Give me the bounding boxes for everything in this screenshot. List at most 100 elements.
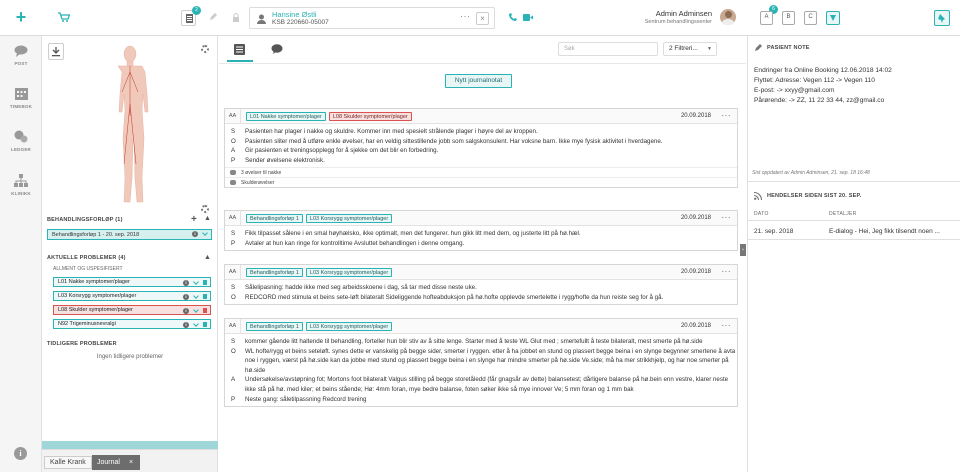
event-row[interactable]: 21. sep. 2018 E-dialog - Hei, Jeg fikk t… xyxy=(748,224,960,240)
note-date: 20.09.2018 xyxy=(680,269,711,275)
chevron-down-icon[interactable] xyxy=(193,294,199,300)
attachment-row[interactable]: Skulderøvelser xyxy=(225,177,737,187)
shield-icon xyxy=(830,15,836,21)
nav-post[interactable]: POST xyxy=(0,45,42,66)
search-input[interactable]: Søk xyxy=(558,42,658,56)
collapse-problems-icon[interactable]: ▲ xyxy=(204,254,211,261)
chevron-down-icon[interactable] xyxy=(193,308,199,314)
download-icon xyxy=(52,47,60,57)
lock-icon[interactable] xyxy=(232,13,240,22)
info-icon[interactable]: i xyxy=(14,447,27,460)
letter-a-button[interactable]: A xyxy=(760,11,773,25)
chat-icon xyxy=(271,44,283,54)
cart-icon[interactable] xyxy=(58,12,71,22)
problem-item[interactable]: L03 Korsrygg symptomer/plager i xyxy=(53,291,211,301)
chevron-down-icon[interactable] xyxy=(202,231,208,237)
letter-c-button[interactable]: C xyxy=(804,11,817,25)
treatment-item[interactable]: Behandlingsforløp 1 - 20. sep. 2018 i xyxy=(47,229,212,240)
pen-icon[interactable] xyxy=(209,13,217,21)
body-chart[interactable] xyxy=(98,44,162,210)
comment-icon xyxy=(230,170,236,176)
chevron-down-icon[interactable] xyxy=(193,280,199,286)
problem-tag[interactable]: L03 Korsrygg symptomer/plager xyxy=(305,214,393,223)
filter-label: 2 Filtreri... xyxy=(669,45,698,52)
filter-select[interactable]: 2 Filtreri... ▼ xyxy=(663,42,717,56)
journal-list-tab[interactable] xyxy=(227,42,253,62)
aa-toggle[interactable]: AA xyxy=(225,109,241,123)
phone-icon[interactable] xyxy=(508,13,517,24)
problem-item[interactable]: N92 Trigeminusnevralgi i xyxy=(53,319,211,329)
more-icon[interactable]: ··· xyxy=(460,11,471,21)
user-icon xyxy=(257,14,266,24)
more-icon[interactable]: ··· xyxy=(722,321,732,330)
settings-gear-icon[interactable] xyxy=(201,45,209,53)
treatment-tag[interactable]: Behandlingsforløp 1 xyxy=(246,322,303,331)
new-note-button[interactable]: Nytt journalnotat xyxy=(445,74,512,88)
more-icon[interactable]: ··· xyxy=(722,267,732,276)
collapse-right-panel-handle[interactable]: › xyxy=(740,244,746,256)
more-icon[interactable]: ··· xyxy=(722,213,732,222)
collapse-treatment-icon[interactable]: ▲ xyxy=(204,215,211,222)
problem-tag[interactable]: L03 Korsrygg symptomer/plager xyxy=(305,268,393,277)
aa-toggle[interactable]: AA xyxy=(225,319,241,333)
nav-ledger[interactable]: LEDGER xyxy=(0,130,42,152)
soap-row: Skommer gående litt haltende til behandl… xyxy=(231,338,703,345)
treatment-tag[interactable]: Behandlingsforløp 1 xyxy=(246,214,303,223)
aa-toggle[interactable]: AA xyxy=(225,265,241,279)
info-icon[interactable]: i xyxy=(192,231,198,237)
tab-journal[interactable]: Journal × xyxy=(92,455,140,470)
flag-icon[interactable] xyxy=(203,308,207,313)
close-patient-button[interactable]: × xyxy=(476,12,489,25)
info-icon[interactable]: i xyxy=(183,321,189,328)
rss-icon xyxy=(754,192,762,200)
nav-timebok[interactable]: TIMEBOK xyxy=(0,87,42,109)
top-bar: + 2 Hansine Østli KSB 220660-05007 ··· ×… xyxy=(0,0,960,36)
treatment-tag[interactable]: Behandlingsforløp 1 xyxy=(246,268,303,277)
chevron-down-icon[interactable] xyxy=(193,322,199,328)
add-treatment-icon[interactable]: + xyxy=(191,214,197,225)
soap-row: S Sålelipasning: hadde ikke med seg arbei… xyxy=(231,284,477,291)
settings-gear-icon-2[interactable] xyxy=(201,205,209,213)
nav-klinikk[interactable]: KLINIKK xyxy=(0,174,42,196)
download-button[interactable] xyxy=(48,43,64,60)
attachment-row[interactable]: 3 øvelser til nakke xyxy=(225,167,737,177)
user-name[interactable]: Admin Adminsen xyxy=(640,9,712,18)
add-icon[interactable]: + xyxy=(13,8,29,26)
patient-name[interactable]: Hansine Østli xyxy=(272,10,317,19)
tab-journal-label: Journal xyxy=(97,459,120,466)
soap-row: P Neste gang: såletilpassning Redcord tre… xyxy=(231,395,367,403)
info-icon[interactable]: i xyxy=(183,279,189,286)
problem-tag[interactable]: L08 Skulder symptomer/plager xyxy=(328,112,412,121)
aa-toggle[interactable]: AA xyxy=(225,211,241,225)
tab-kalle-krank[interactable]: Kalle Krank xyxy=(44,456,92,469)
problem-item[interactable]: L01 Nakke symptomer/plager i xyxy=(53,277,211,287)
close-tab-icon[interactable]: × xyxy=(129,455,133,470)
problem-tag[interactable]: L03 Korsrygg symptomer/plager xyxy=(305,322,393,331)
shield-button[interactable] xyxy=(826,11,840,25)
active-problems-title: AKTUELLE PROBLEMER (4) xyxy=(47,255,126,261)
problem-tag[interactable]: L01 Nakke symptomer/plager xyxy=(246,112,326,121)
flag-icon[interactable] xyxy=(203,280,207,285)
letter-b-button[interactable]: B xyxy=(782,11,795,25)
pin-button[interactable] xyxy=(934,10,950,26)
note-date: 20.09.2018 xyxy=(680,323,711,329)
patient-note-body[interactable]: Endringer fra Online Booking 12.06.2018 … xyxy=(754,66,954,106)
info-icon[interactable]: i xyxy=(183,293,189,300)
soap-row: P Sender øvelsene elektronisk. xyxy=(231,156,325,164)
chat-tab[interactable] xyxy=(271,44,283,57)
avatar[interactable] xyxy=(720,9,736,25)
event-detail: E-dialog - Hei, Jeg fikk tilsendt noen .… xyxy=(829,228,940,235)
flag-icon[interactable] xyxy=(203,294,207,299)
problem-code: N92 xyxy=(58,321,69,327)
problem-item[interactable]: L08 Skulder symptomer/plager i xyxy=(53,305,211,315)
problem-label: Trigeminusnevralgi xyxy=(69,321,116,327)
note-line: Flyttet: Adresse: Vegen 112 -> Vegen 110 xyxy=(754,77,875,84)
journal-area: Søk 2 Filtreri... ▼ Nytt journalnotat AA… xyxy=(219,36,746,472)
info-icon[interactable]: i xyxy=(183,307,189,314)
more-icon[interactable]: ··· xyxy=(722,111,732,120)
video-icon[interactable] xyxy=(523,14,533,23)
flag-icon[interactable] xyxy=(203,322,207,327)
patient-selector[interactable]: Hansine Østli KSB 220660-05007 ··· × xyxy=(249,7,495,29)
problem-code: L08 xyxy=(58,307,68,313)
event-date: 21. sep. 2018 xyxy=(754,228,794,235)
